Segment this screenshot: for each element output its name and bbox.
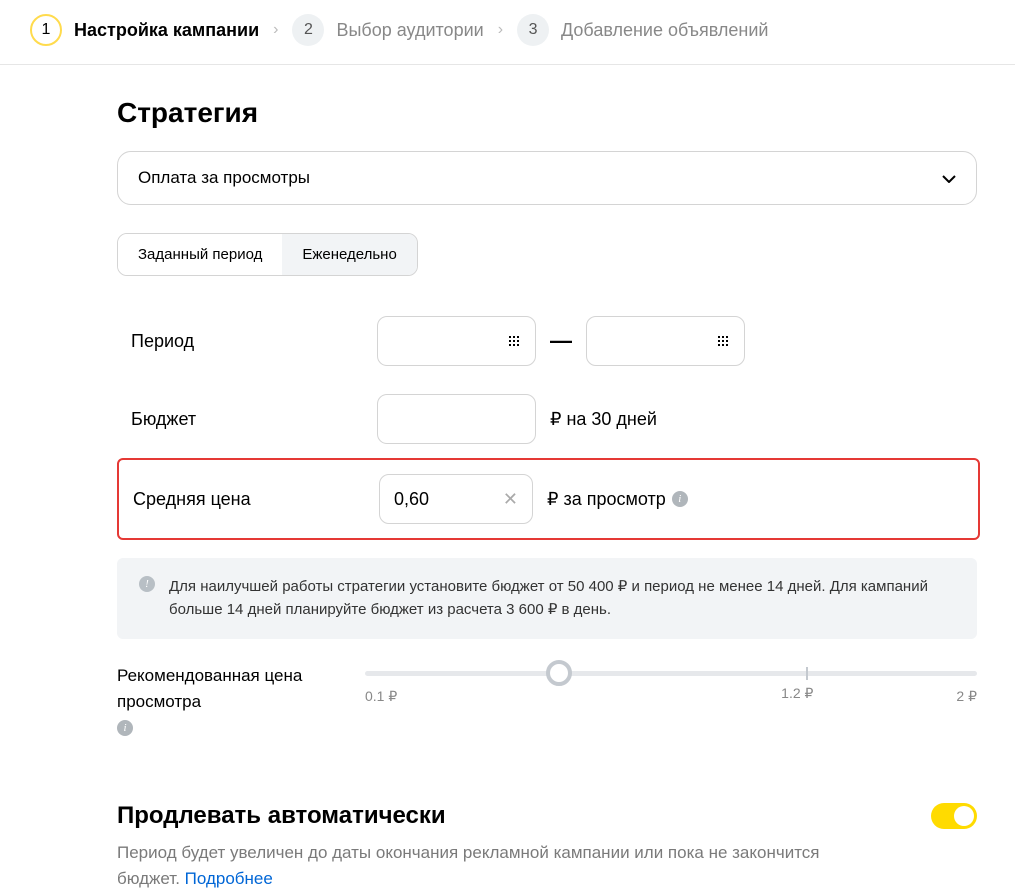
auto-extend-title: Продлевать автоматически [117,802,446,830]
clear-icon[interactable]: ✕ [503,489,518,510]
step-num-2: 2 [292,14,324,46]
auto-extend-desc: Период будет увеличен до даты окончания … [117,840,877,891]
recommended-price-block: Рекомендованная цена просмотра i 0.1 ₽ 2… [117,663,977,736]
budget-suffix: ₽ на 30 дней [550,409,657,430]
slider-max: 2 ₽ [956,688,977,705]
chevron-right-icon: › [498,21,503,39]
slider-handle[interactable] [546,660,572,686]
info-icon[interactable]: i [672,491,688,507]
step-num-3: 3 [517,14,549,46]
chevron-right-icon: › [273,21,278,39]
chevron-down-icon [942,168,956,188]
auto-extend-toggle[interactable] [931,803,977,829]
calendar-icon [716,334,730,348]
stepper: 1 Настройка кампании › 2 Выбор аудитории… [0,0,1015,65]
strategy-title: Стратегия [117,97,980,129]
auto-extend-row: Продлевать автоматически [117,802,977,830]
period-dash: — [550,328,572,354]
budget-label: Бюджет [131,409,377,430]
period-end-input[interactable] [586,316,745,366]
step-1[interactable]: 1 Настройка кампании [30,14,259,46]
tab-weekly[interactable]: Еженедельно [282,234,416,275]
avg-price-suffix: ₽ за просмотр i [547,489,688,510]
info-icon[interactable]: i [117,720,133,736]
strategy-select-value: Оплата за просмотры [138,168,310,188]
avg-price-row: Средняя цена 0,60 ✕ ₽ за просмотр i [117,458,980,540]
step-2[interactable]: 2 Выбор аудитории [292,14,483,46]
step-label-3: Добавление объявлений [561,20,768,41]
slider-mid: 1.2 ₽ [781,685,813,702]
slider-track[interactable] [365,671,977,676]
step-label-2: Выбор аудитории [336,20,483,41]
slider-label: Рекомендованная цена просмотра [117,663,337,714]
avg-price-label: Средняя цена [133,489,379,510]
notice-text: Для наилучшей работы стратегии установит… [169,576,955,621]
tab-set-period[interactable]: Заданный период [118,234,282,275]
learn-more-link[interactable]: Подробнее [185,869,273,888]
slider-min: 0.1 ₽ [365,688,397,705]
slider-tick [806,667,808,680]
period-row: Период — [117,302,980,380]
period-tabs: Заданный период Еженедельно [117,233,418,276]
budget-notice: ! Для наилучшей работы стратегии установ… [117,558,977,639]
period-label: Период [131,331,377,352]
budget-row: Бюджет ₽ на 30 дней [117,380,980,458]
strategy-select[interactable]: Оплата за просмотры [117,151,977,205]
avg-price-input[interactable]: 0,60 ✕ [379,474,533,524]
calendar-icon [507,334,521,348]
period-start-input[interactable] [377,316,536,366]
alert-icon: ! [139,576,155,592]
avg-price-suffix-text: ₽ за просмотр [547,489,666,510]
avg-price-value: 0,60 [394,489,429,510]
budget-input[interactable] [377,394,536,444]
step-label-1: Настройка кампании [74,20,259,41]
step-3[interactable]: 3 Добавление объявлений [517,14,768,46]
step-num-1: 1 [30,14,62,46]
